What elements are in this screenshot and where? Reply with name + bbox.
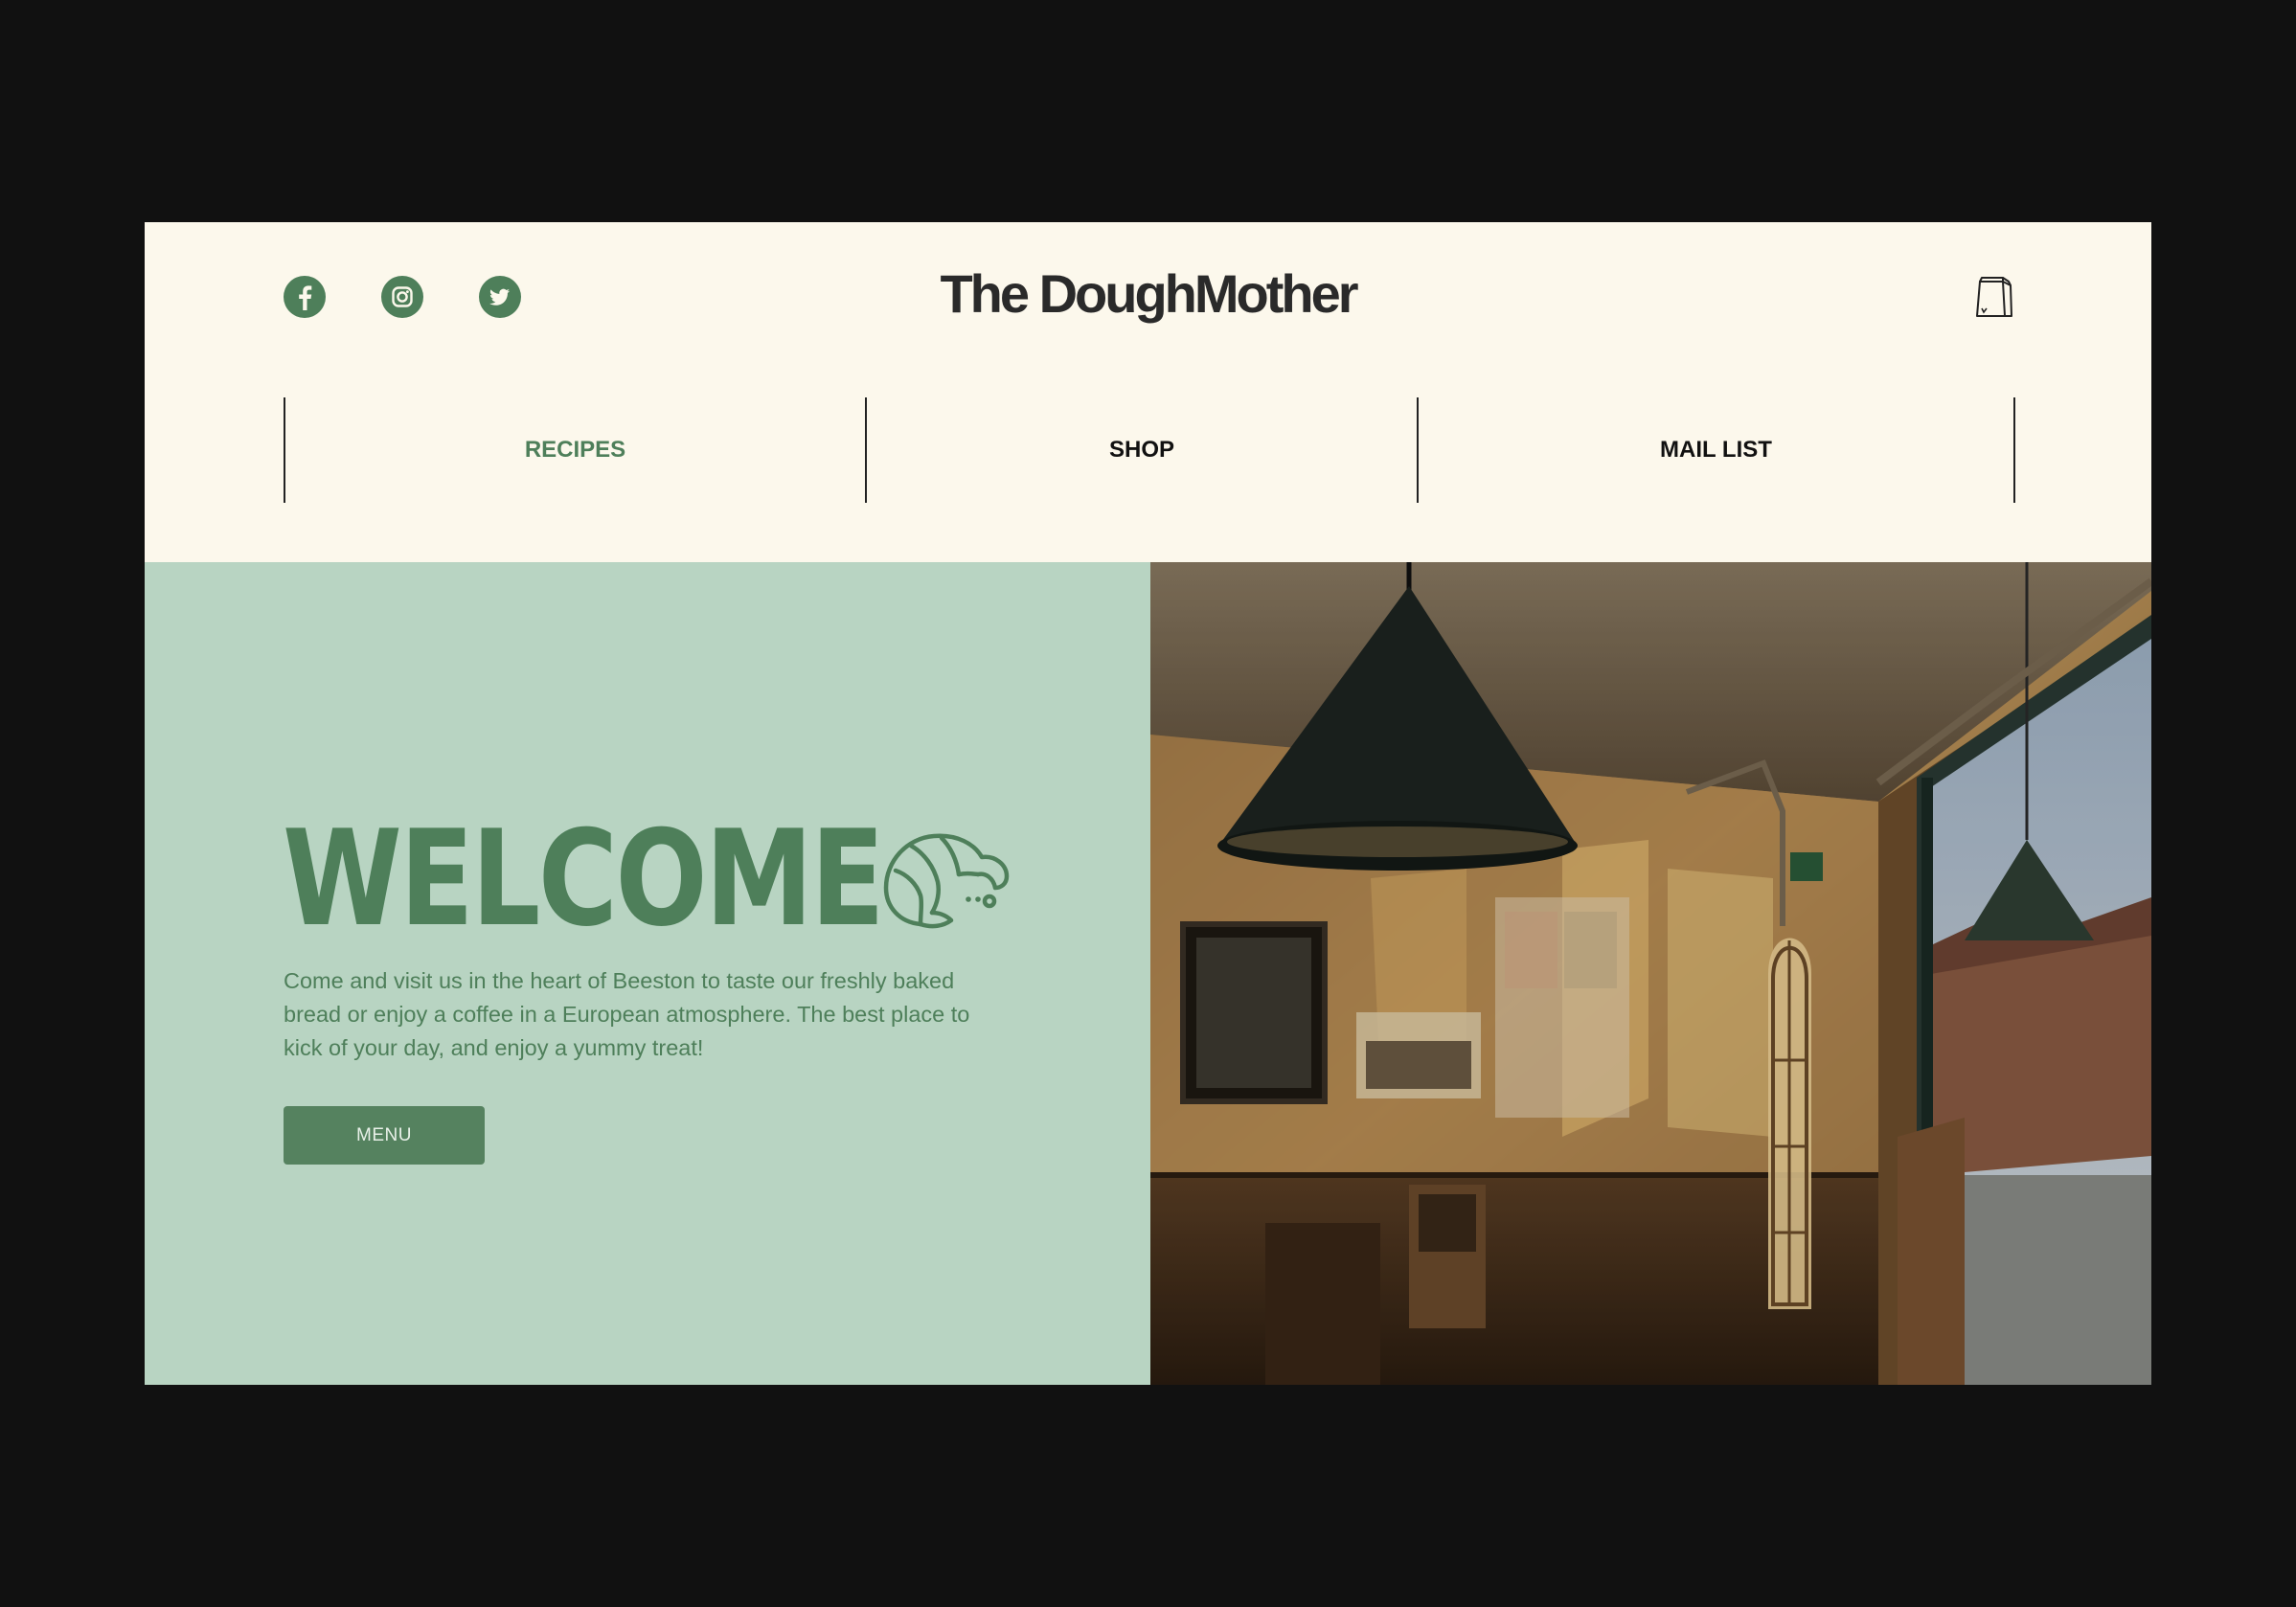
croissant-icon — [883, 833, 1010, 929]
menu-button[interactable]: MENU — [284, 1106, 485, 1165]
hero-title: WELCOME — [283, 802, 885, 956]
hero-description: Come and visit us in the heart of Beesto… — [284, 968, 970, 1060]
nav-shop[interactable]: SHOP — [867, 397, 1417, 503]
brand-logo[interactable]: The DoughMother — [145, 262, 2151, 325]
nav-divider — [2013, 397, 2015, 503]
shopping-bag-icon[interactable] — [1974, 274, 2014, 320]
bakery-photo-illustration — [1150, 562, 2151, 1385]
bakery-interior-photo — [1150, 562, 2151, 1385]
nav-recipes[interactable]: RECIPES — [285, 397, 865, 503]
hero-panel: WELCOME Come and visit us in the heart o… — [145, 562, 1150, 1385]
page-frame: The DoughMother RECIPES SHOP MAIL LIST W… — [145, 222, 2151, 1385]
nav-mail-list[interactable]: MAIL LIST — [1419, 397, 2013, 503]
site-header: The DoughMother RECIPES SHOP MAIL LIST — [145, 222, 2151, 562]
